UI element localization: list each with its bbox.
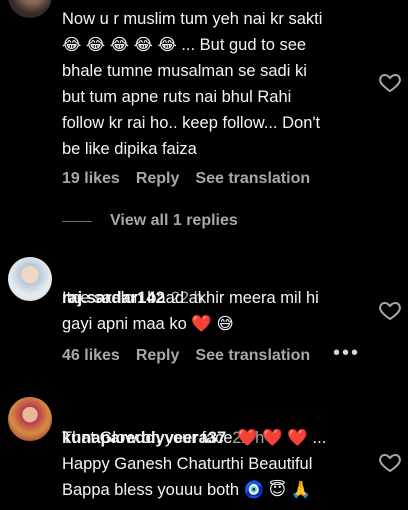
see-translation-button[interactable]: See translation [195, 170, 310, 188]
view-replies-label: View all 1 replies [110, 212, 238, 229]
more-options-icon[interactable]: ••• [333, 342, 360, 365]
avatar[interactable] [8, 257, 52, 301]
comment-text: Itne saalon baad akhir meera mil hi gayi… [62, 289, 319, 333]
reply-button[interactable]: Reply [136, 170, 180, 188]
comment-text: That Glow on your face ❤️ ❤️ ❤️ ... Happ… [62, 429, 327, 499]
likes-count[interactable]: 46 likes [62, 347, 120, 365]
likes-count[interactable]: 19 likes [62, 170, 120, 188]
divider [62, 220, 92, 222]
avatar[interactable] [8, 0, 52, 18]
like-heart-icon[interactable] [378, 450, 402, 474]
comment-actions: 46 likes Reply See translation [62, 347, 310, 365]
like-heart-icon[interactable] [378, 70, 402, 94]
reply-button[interactable]: Reply [136, 347, 180, 365]
avatar[interactable] [8, 397, 52, 441]
comment-text: Now u r muslim tum yeh nai kr sakti 😂 😂 … [62, 10, 323, 158]
see-translation-button[interactable]: See translation [195, 347, 310, 365]
like-heart-icon[interactable] [378, 298, 402, 322]
view-replies-button[interactable]: View all 1 replies [62, 212, 238, 230]
comment-actions: 19 likes Reply See translation [62, 170, 310, 188]
